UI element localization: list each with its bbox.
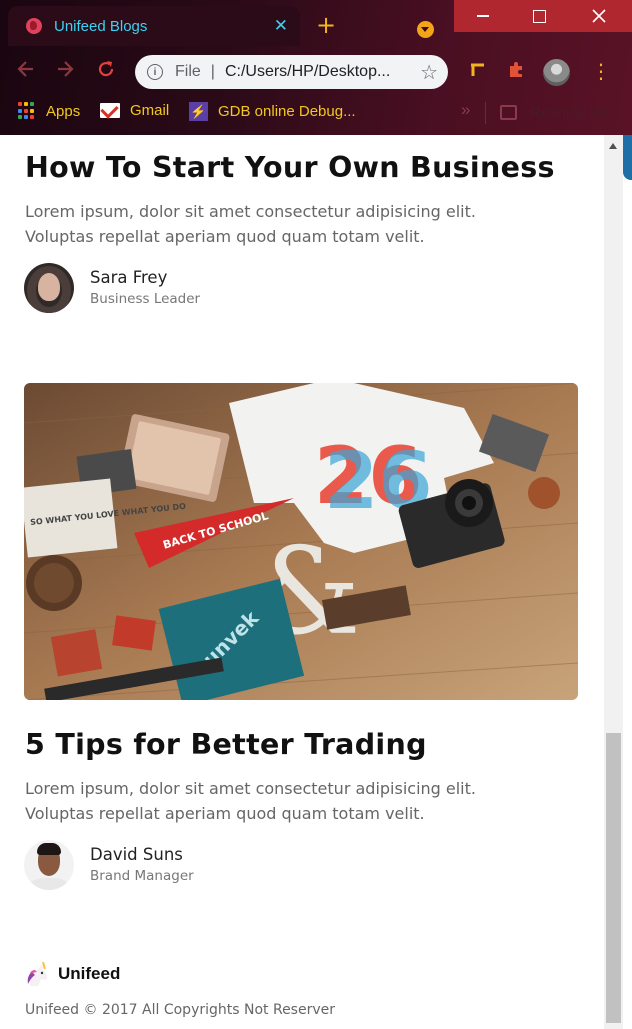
page-content: How To Start Your Own Business Lorem ips… <box>0 135 604 1029</box>
maximize-icon <box>532 9 546 23</box>
bookmarks-bar: Apps Gmail ⚡ GDB online Debug... » Readi… <box>0 96 632 130</box>
author-role: Brand Manager <box>90 868 194 884</box>
author-name: David Suns <box>90 845 183 864</box>
bookmark-star-icon[interactable]: ☆ <box>420 60 438 85</box>
close-window-button[interactable] <box>566 0 632 32</box>
bookmark-label: Apps <box>46 102 81 120</box>
excerpt-line: Voluptas repellat aperiam quod quam tota… <box>25 227 425 246</box>
post-excerpt: Lorem ipsum, dolor sit amet consectetur … <box>25 199 585 249</box>
bookmark-label: Gmail <box>130 102 170 119</box>
background-window-edge <box>623 135 632 1029</box>
reload-icon[interactable] <box>96 59 116 84</box>
minimize-button[interactable] <box>454 0 512 32</box>
author-name: Sara Frey <box>90 268 168 287</box>
more-bookmarks-chevron-icon[interactable]: » <box>461 100 470 120</box>
footer-brand[interactable]: Unifeed <box>24 960 120 988</box>
menu-kebab-icon[interactable]: ⋮ <box>591 60 611 82</box>
minimize-icon <box>477 15 489 17</box>
globe-icon <box>26 18 42 34</box>
maximize-button[interactable] <box>510 0 568 32</box>
background-window-tab <box>623 135 632 180</box>
tab-search-icon[interactable] <box>417 21 434 38</box>
browser-toolbar: i File | C:/Users/HP/Desktop... ☆ ⋮ <box>0 50 632 94</box>
apps-grid-icon <box>18 102 36 120</box>
post-title[interactable]: 5 Tips for Better Trading <box>25 728 427 761</box>
tab-unifeed-blogs[interactable]: Unifeed Blogs ✕ <box>8 6 300 46</box>
excerpt-line: Lorem ipsum, dolor sit amet consectetur … <box>25 779 476 798</box>
tab-strip: Unifeed Blogs ✕ + <box>0 0 632 46</box>
gmail-icon <box>100 103 120 118</box>
bookmark-apps[interactable]: Apps <box>18 102 80 120</box>
copyright-text: Unifeed © 2017 All Copyrights Not Reserv… <box>25 1002 335 1018</box>
browser-chrome: Unifeed Blogs ✕ + i File | C:/Users/HP/D… <box>0 0 632 135</box>
url-text[interactable]: C:/Users/HP/Desktop... <box>225 63 416 81</box>
scroll-up-arrow-icon[interactable] <box>609 143 617 149</box>
bookmarks-divider <box>485 102 486 124</box>
avatar <box>24 840 74 890</box>
post-excerpt: Lorem ipsum, dolor sit amet consectetur … <box>25 776 585 826</box>
unicorn-logo-icon <box>27 961 47 986</box>
info-icon[interactable]: i <box>147 64 163 80</box>
omnibox-separator: | <box>210 63 215 80</box>
profile-avatar[interactable] <box>543 59 570 86</box>
author-role: Business Leader <box>90 291 201 307</box>
vertical-scrollbar[interactable] <box>604 135 623 1029</box>
gdb-icon: ⚡ <box>189 102 208 121</box>
post-hero-image[interactable]: 26 26 SO WHAT YOU LOVE WHAT YOU DO BACK … <box>24 383 578 700</box>
forward-arrow-icon[interactable] <box>55 59 75 84</box>
bookmark-gmail[interactable]: Gmail <box>100 102 169 119</box>
extensions-puzzle-icon[interactable] <box>506 60 526 85</box>
extension-icon[interactable] <box>468 60 488 85</box>
post-title[interactable]: How To Start Your Own Business <box>25 151 555 184</box>
avatar <box>24 263 74 313</box>
reading-list-button[interactable]: Reading list <box>530 105 608 122</box>
address-bar[interactable]: i File | C:/Users/HP/Desktop... ☆ <box>135 55 448 89</box>
scrollbar-thumb[interactable] <box>606 733 621 1023</box>
brand-name: Unifeed <box>58 964 121 983</box>
back-arrow-icon[interactable] <box>16 59 36 84</box>
excerpt-line: Lorem ipsum, dolor sit amet consectetur … <box>25 202 476 221</box>
reading-list-icon[interactable] <box>500 105 517 120</box>
close-icon <box>592 9 606 23</box>
post-author: Sara Frey Business Leader <box>24 263 200 313</box>
excerpt-line: Voluptas repellat aperiam quod quam tota… <box>25 804 425 823</box>
bookmark-gdb[interactable]: ⚡ GDB online Debug... <box>189 102 356 121</box>
tab-title: Unifeed Blogs <box>54 17 148 35</box>
close-tab-icon[interactable]: ✕ <box>274 16 288 36</box>
post-author: David Suns Brand Manager <box>24 840 194 890</box>
new-tab-button[interactable]: + <box>316 13 336 37</box>
bookmark-label: GDB online Debug... <box>218 103 356 120</box>
desk-flatlay-image: 26 26 SO WHAT YOU LOVE WHAT YOU DO BACK … <box>24 383 578 700</box>
file-label: File <box>175 63 201 80</box>
